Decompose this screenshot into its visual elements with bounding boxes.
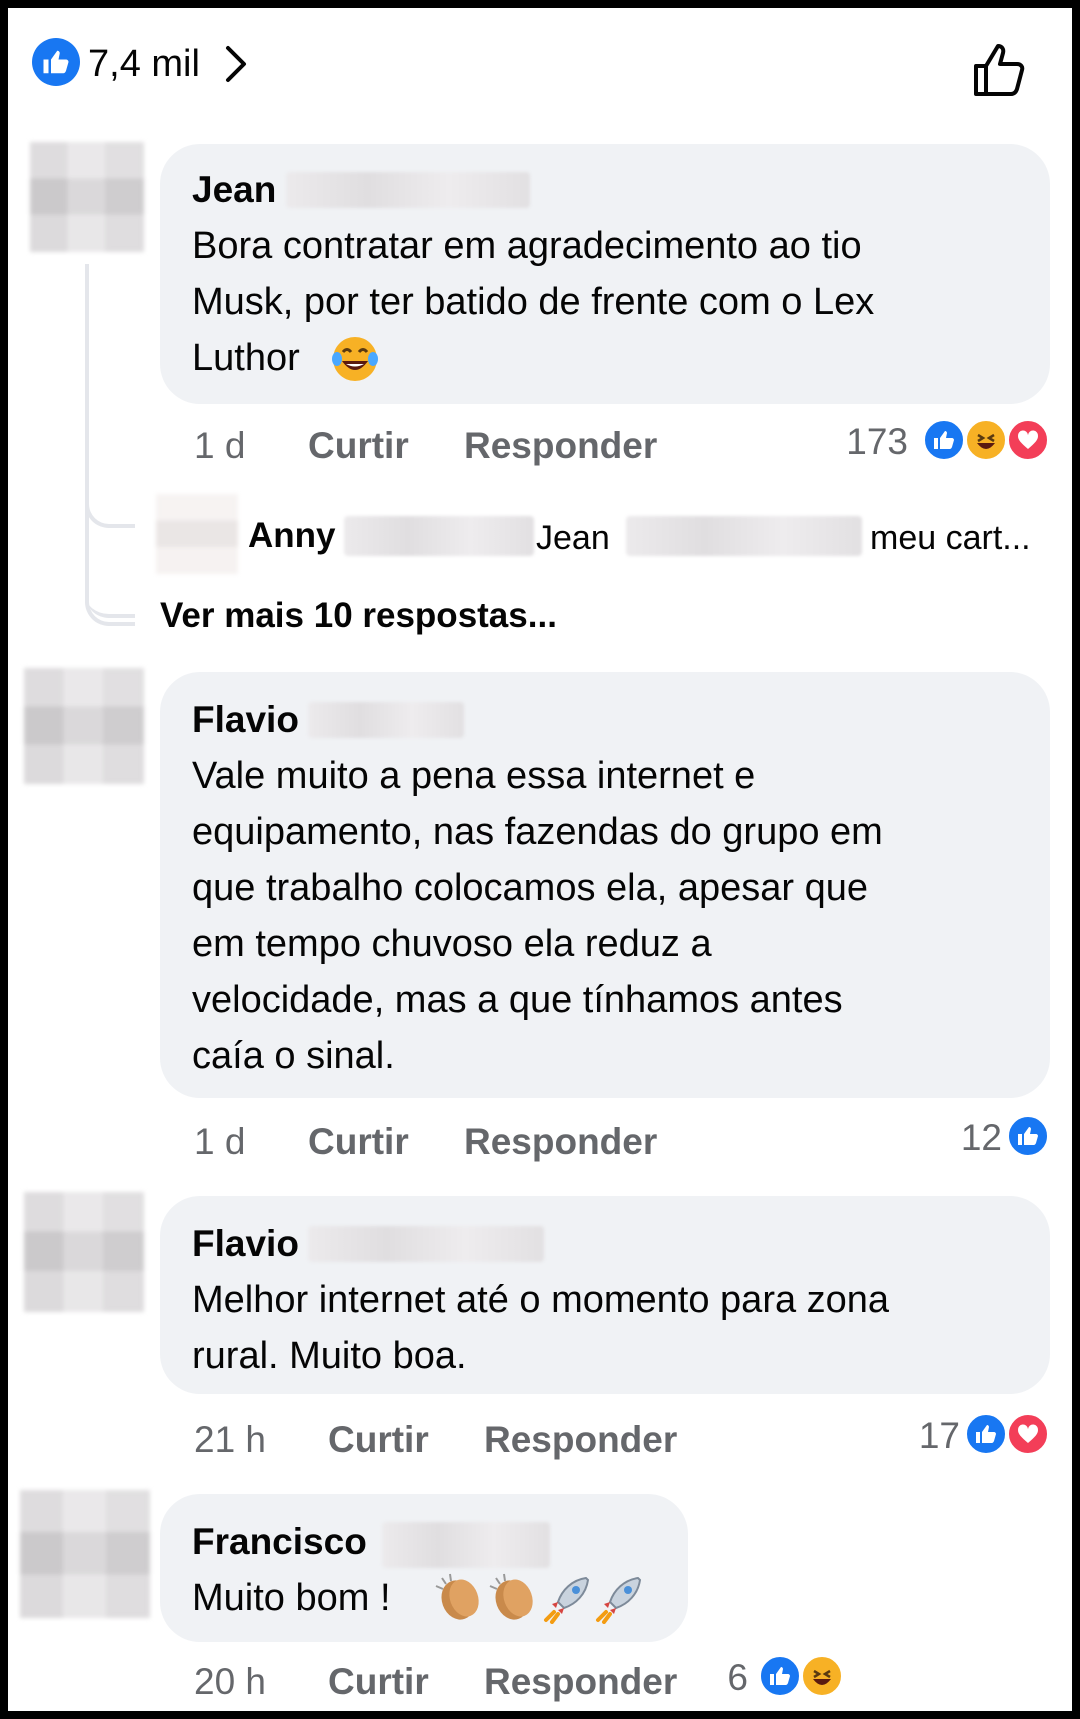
- comment-text-line: equipamento, nas fazendas do grupo em: [192, 811, 883, 853]
- reaction-count[interactable]: 6: [708, 1656, 748, 1700]
- haha-icon: [964, 418, 1008, 462]
- blurred-surname: [626, 516, 862, 556]
- comment-bubble: Flavio Vale muito a pena essa internet e…: [160, 672, 1050, 1098]
- comment-text-line: Bora contratar em agradecimento ao tio: [192, 225, 862, 267]
- reply-text: meu cart...: [870, 519, 1031, 557]
- reaction-count[interactable]: 12: [908, 1116, 1002, 1160]
- comment-text-line: Muito bom !: [192, 1577, 391, 1619]
- comment-text-line: que trabalho colocamos ela, apesar que: [192, 867, 869, 909]
- comment-text-line: em tempo chuvoso ela reduz a: [192, 923, 712, 965]
- comment-text-line: Luthor: [192, 337, 300, 379]
- like-icon: [1006, 1114, 1050, 1158]
- comment-text-line: Melhor internet até o momento para zona: [192, 1279, 890, 1321]
- blurred-surname: [308, 702, 464, 738]
- comment-time[interactable]: 1 d: [194, 1120, 245, 1164]
- comment-text-line: Musk, por ter batido de frente com o Lex: [192, 281, 875, 323]
- avatar[interactable]: [24, 1192, 144, 1312]
- comment-text-line: velocidade, mas a que tínhamos antes: [192, 979, 843, 1021]
- like-comment-button[interactable]: Curtir: [308, 1120, 409, 1164]
- clapping-hands-emoji: [434, 1572, 486, 1629]
- clapping-hands-emoji: [488, 1572, 540, 1629]
- like-reaction-icon: [32, 38, 80, 86]
- chevron-right-icon[interactable]: [216, 40, 256, 88]
- comment-text-line: Vale muito a pena essa internet e: [192, 755, 756, 797]
- total-likes-count[interactable]: 7,4 mil: [88, 42, 200, 86]
- commenter-name[interactable]: Flavio: [192, 1222, 299, 1266]
- like-comment-button[interactable]: Curtir: [328, 1660, 429, 1704]
- thread-elbow: [85, 568, 135, 626]
- like-icon: [922, 418, 966, 462]
- reply-button[interactable]: Responder: [484, 1418, 677, 1462]
- avatar[interactable]: [156, 494, 238, 574]
- comment-time[interactable]: 21 h: [194, 1418, 266, 1462]
- avatar[interactable]: [24, 668, 144, 784]
- haha-icon: [800, 1654, 844, 1698]
- comments-panel: 7,4 mil Jean Bora contratar em agradecim…: [8, 8, 1072, 1711]
- comment-text-line: rural. Muito boa.: [192, 1335, 467, 1377]
- blurred-surname: [308, 1226, 544, 1262]
- blurred-surname: [344, 516, 534, 556]
- avatar[interactable]: [20, 1490, 150, 1618]
- rocket-emoji: [542, 1572, 594, 1629]
- comment-bubble: Francisco Muito bom !: [160, 1494, 688, 1642]
- reply-author-name[interactable]: Anny: [248, 514, 336, 558]
- like-button-icon[interactable]: [968, 38, 1030, 100]
- commenter-name[interactable]: Francisco: [192, 1520, 367, 1564]
- reply-button[interactable]: Responder: [484, 1660, 677, 1704]
- like-comment-button[interactable]: Curtir: [308, 424, 409, 468]
- love-icon: [1006, 1412, 1050, 1456]
- like-icon: [758, 1654, 802, 1698]
- reply-mention[interactable]: Jean: [536, 516, 610, 560]
- like-comment-button[interactable]: Curtir: [328, 1418, 429, 1462]
- like-icon: [964, 1412, 1008, 1456]
- view-more-replies-link[interactable]: Ver mais 10 respostas...: [160, 594, 557, 638]
- blurred-surname: [286, 172, 530, 208]
- rocket-emoji: [594, 1572, 646, 1629]
- tears-of-joy-emoji: [330, 334, 380, 389]
- reply-button[interactable]: Responder: [464, 1120, 657, 1164]
- commenter-name[interactable]: Jean: [192, 168, 276, 212]
- comment-time[interactable]: 20 h: [194, 1660, 266, 1704]
- comment-time[interactable]: 1 d: [194, 424, 245, 468]
- comment-bubble: Jean Bora contratar em agradecimento ao …: [160, 144, 1050, 404]
- avatar[interactable]: [30, 142, 144, 252]
- reaction-count[interactable]: 173: [828, 420, 908, 464]
- reaction-count[interactable]: 17: [868, 1414, 960, 1458]
- comment-text-line: caía o sinal.: [192, 1035, 395, 1077]
- love-icon: [1006, 418, 1050, 462]
- blurred-surname: [382, 1522, 550, 1568]
- commenter-name[interactable]: Flavio: [192, 698, 299, 742]
- reply-button[interactable]: Responder: [464, 424, 657, 468]
- comment-bubble: Flavio Melhor internet até o momento par…: [160, 1196, 1050, 1394]
